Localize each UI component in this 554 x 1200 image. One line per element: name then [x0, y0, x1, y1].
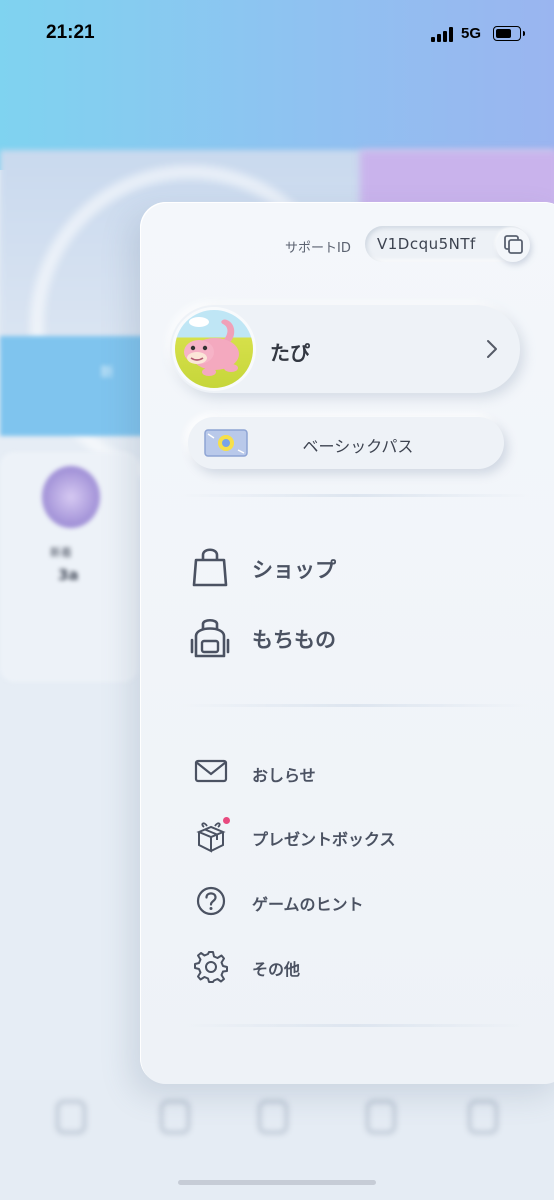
background-banner	[360, 150, 554, 210]
menu-item-game-tips-label: ゲームのヒント	[252, 895, 364, 914]
menu-item-present-box-label: プレゼントボックス	[252, 830, 396, 849]
menu-item-shop-label: ショップ	[252, 558, 336, 582]
background-band-text: 新	[100, 365, 114, 381]
background-tab-icon	[366, 1100, 396, 1134]
divider	[180, 494, 530, 497]
profile-button[interactable]: たぴ	[170, 305, 520, 393]
profile-name: たぴ	[270, 341, 310, 365]
shopping-bag-icon	[192, 548, 228, 587]
notification-badge	[223, 817, 230, 824]
background-tab-icon	[56, 1100, 86, 1134]
menu-item-news[interactable]: おしらせ	[194, 752, 494, 792]
basic-pass-label: ベーシックパス	[302, 437, 414, 456]
menu-item-present-box[interactable]: プレゼントボックス	[194, 816, 494, 856]
question-icon	[196, 886, 226, 916]
background-tab-icon	[258, 1100, 288, 1134]
menu-item-other-label: その他	[252, 960, 301, 979]
menu-item-shop[interactable]: ショップ	[190, 542, 490, 592]
divider	[180, 704, 530, 707]
background-card-value: 3a	[58, 566, 79, 584]
menu-item-news-label: おしらせ	[252, 766, 316, 785]
background-tab-icon	[468, 1100, 498, 1134]
slowpoke-avatar-icon	[184, 317, 239, 376]
menu-item-inventory-label: もちもの	[252, 628, 336, 652]
avatar	[172, 307, 256, 391]
support-id-label: サポートID	[285, 241, 351, 256]
gear-icon	[194, 951, 228, 983]
status-time: 21:21	[46, 22, 95, 43]
divider	[180, 1024, 530, 1027]
background-tab-icon	[160, 1100, 190, 1134]
background-orb-icon	[42, 466, 100, 528]
battery-icon	[493, 26, 525, 41]
status-bar: 21:21 5G	[0, 0, 554, 70]
signal-icon	[431, 26, 455, 42]
copy-support-id-button[interactable]	[496, 228, 530, 262]
menu-item-inventory[interactable]: もちもの	[190, 612, 490, 662]
gift-icon	[196, 822, 226, 853]
home-indicator[interactable]	[178, 1180, 376, 1185]
support-id-value: V1Dcqu5NTf	[377, 235, 476, 253]
mail-icon	[194, 759, 228, 783]
side-menu-panel: サポートID V1Dcqu5NTf たぴ ベーシックパス ショップ もちもの お…	[140, 202, 554, 1084]
network-type: 5G	[461, 25, 482, 42]
background-card-label: 新着	[50, 546, 72, 559]
backpack-icon	[190, 618, 230, 658]
menu-item-game-tips[interactable]: ゲームのヒント	[194, 881, 494, 921]
chevron-right-icon	[487, 340, 497, 358]
basic-pass-button[interactable]: ベーシックパス	[188, 417, 504, 469]
copy-icon	[504, 235, 523, 254]
menu-item-other[interactable]: その他	[194, 946, 494, 986]
